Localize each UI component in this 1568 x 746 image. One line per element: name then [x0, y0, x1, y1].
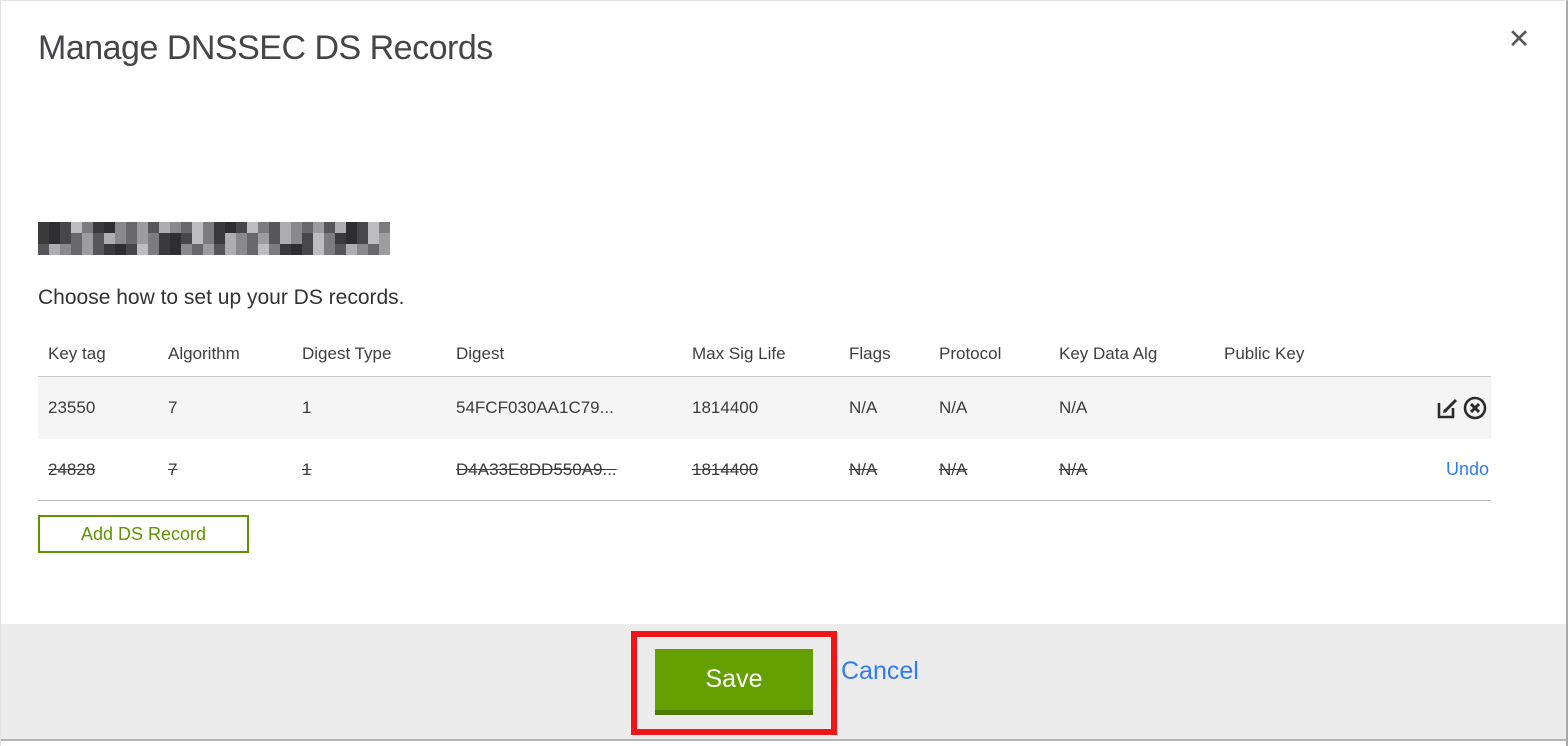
- modal-footer: Save Cancel: [1, 624, 1566, 741]
- cell-digest: 54FCF030AA1C79...: [456, 398, 614, 417]
- page-title: Manage DNSSEC DS Records: [38, 29, 493, 67]
- cell-digest-type: 1: [302, 459, 312, 479]
- dnssec-modal: Manage DNSSEC DS Records ✕ Choose how to…: [0, 0, 1568, 746]
- table-row: 23550 7 1 54FCF030AA1C79... 1814400 N/A …: [38, 376, 1491, 439]
- col-header-protocol: Protocol: [939, 343, 1002, 363]
- cell-key-tag: 23550: [48, 398, 96, 417]
- row-actions: Undo: [1344, 459, 1491, 480]
- table-row-deleted: 24828 7 1 D4A33E8DD550A9... 1814400 N/A …: [38, 439, 1491, 501]
- delete-record-icon[interactable]: [1461, 394, 1489, 422]
- col-header-flags: Flags: [849, 343, 891, 363]
- col-header-digest-type: Digest Type: [302, 343, 392, 363]
- cell-key-data-alg: N/A: [1059, 398, 1088, 417]
- cell-key-tag: 24828: [48, 459, 96, 479]
- row-actions: [1344, 394, 1491, 422]
- col-header-public-key: Public Key: [1224, 343, 1305, 363]
- cell-digest-type: 1: [302, 398, 312, 417]
- table-header-row: Key tag Algorithm Digest Type Digest Max…: [38, 331, 1491, 376]
- undo-link[interactable]: Undo: [1446, 459, 1489, 480]
- col-header-digest: Digest: [456, 343, 505, 363]
- cell-protocol: N/A: [939, 398, 968, 417]
- col-header-algorithm: Algorithm: [168, 343, 240, 363]
- cell-flags: N/A: [849, 398, 878, 417]
- cell-protocol: N/A: [939, 459, 968, 479]
- cell-flags: N/A: [849, 459, 878, 479]
- edit-record-icon[interactable]: [1433, 394, 1461, 422]
- col-header-key-tag: Key tag: [48, 343, 106, 363]
- instruction-text: Choose how to set up your DS records.: [38, 286, 405, 309]
- cancel-link[interactable]: Cancel: [841, 657, 919, 686]
- col-header-key-data-alg: Key Data Alg: [1059, 343, 1158, 363]
- cell-max-sig-life: 1814400: [692, 398, 759, 417]
- cell-algorithm: 7: [168, 459, 178, 479]
- redacted-domain-name: [38, 222, 390, 255]
- col-header-max-sig-life: Max Sig Life: [692, 343, 786, 363]
- cell-algorithm: 7: [168, 398, 178, 417]
- save-button[interactable]: Save: [655, 649, 813, 715]
- cell-digest: D4A33E8DD550A9...: [456, 459, 617, 479]
- cell-key-data-alg: N/A: [1059, 459, 1088, 479]
- cell-max-sig-life: 1814400: [692, 459, 759, 479]
- add-ds-record-button[interactable]: Add DS Record: [38, 515, 249, 553]
- close-icon[interactable]: ✕: [1501, 21, 1537, 57]
- ds-records-table: Key tag Algorithm Digest Type Digest Max…: [38, 331, 1491, 501]
